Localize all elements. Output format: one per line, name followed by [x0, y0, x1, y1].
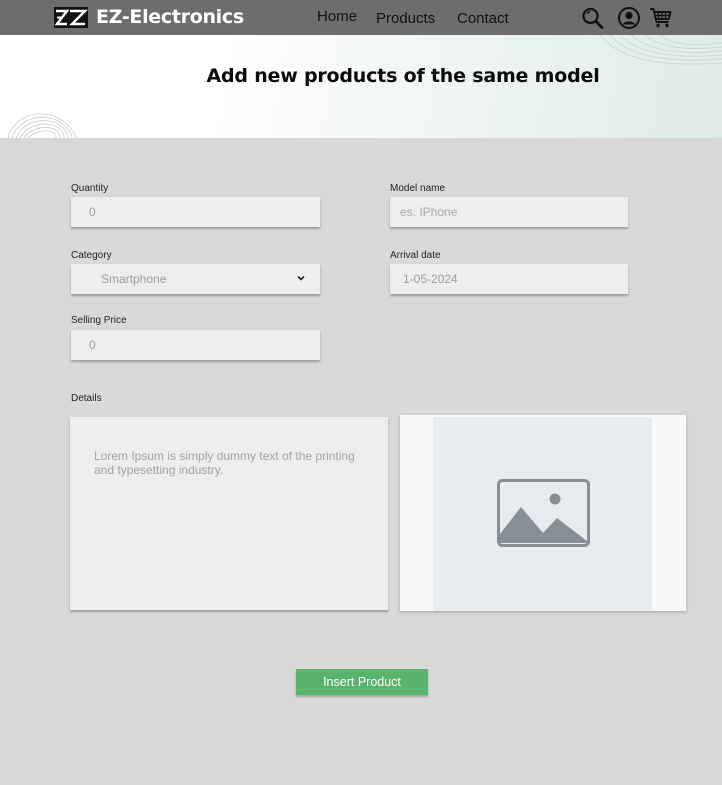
logo-icon[interactable] — [54, 7, 88, 28]
page-title: Add new products of the same model — [206, 65, 600, 87]
model-name-label: Model name — [390, 183, 446, 194]
category-select[interactable]: Smartphone — [71, 264, 320, 294]
category-label: Category — [71, 250, 112, 261]
top-navigation-bar: EZ-Electronics Home Products Contact — [0, 0, 722, 35]
selling-price-value: 0 — [89, 338, 96, 352]
details-textarea[interactable]: Lorem Ipsum is simply dummy text of the … — [70, 417, 388, 610]
image-upload-area[interactable] — [400, 415, 686, 611]
arrival-date-input[interactable]: 1-05-2024 — [390, 264, 628, 294]
selling-price-input[interactable]: 0 — [71, 330, 320, 360]
quantity-label: Quantity — [71, 183, 109, 194]
image-placeholder — [433, 417, 652, 611]
arrival-date-label: Arrival date — [390, 250, 441, 261]
hero-banner: Add new products of the same model — [0, 35, 722, 138]
arrival-date-value: 1-05-2024 — [403, 272, 458, 286]
search-icon[interactable] — [581, 6, 605, 30]
selling-price-label: Selling Price — [71, 315, 127, 326]
brand-name[interactable]: EZ-Electronics — [96, 6, 244, 28]
nav-contact-link[interactable]: Contact — [457, 10, 509, 27]
category-value: Smartphone — [101, 272, 167, 286]
nav-products-link[interactable]: Products — [376, 10, 435, 27]
details-placeholder: Lorem Ipsum is simply dummy text of the … — [94, 449, 355, 477]
chevron-down-icon — [297, 275, 305, 281]
details-label: Details — [71, 393, 102, 404]
cart-icon[interactable] — [649, 6, 673, 30]
image-icon — [497, 479, 590, 547]
model-name-input[interactable] — [390, 197, 628, 227]
quantity-value: 0 — [89, 205, 96, 219]
user-icon[interactable] — [617, 6, 641, 30]
insert-product-button[interactable]: Insert Product — [296, 669, 428, 695]
nav-home-link[interactable]: Home — [317, 8, 357, 25]
quantity-input[interactable]: 0 — [71, 197, 320, 227]
